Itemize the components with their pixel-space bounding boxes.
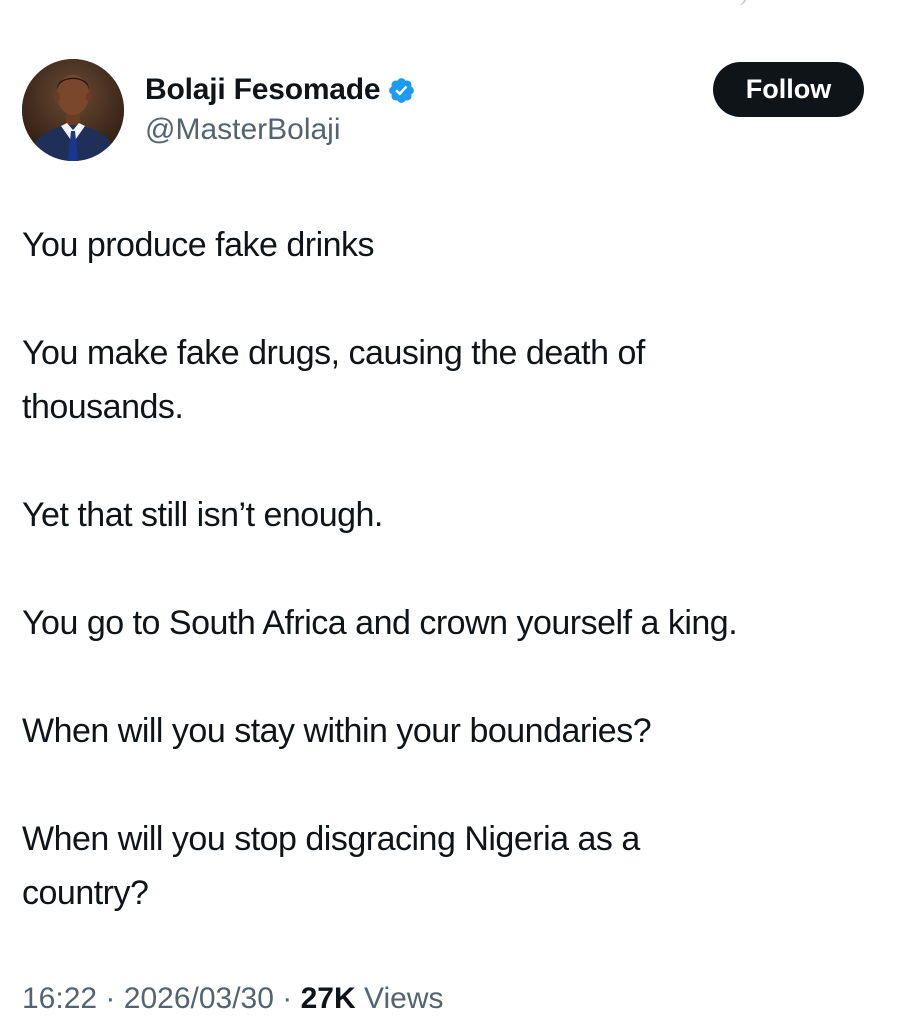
tweet-paragraph: You produce fake drinks: [22, 226, 375, 264]
tweet-author: Bolaji Fesomade @MasterBolaji: [145, 70, 416, 150]
verified-badge-icon[interactable]: [387, 76, 416, 105]
tweet-date[interactable]: 2026/03/30: [124, 982, 274, 1015]
author-display-name[interactable]: Bolaji Fesomade: [145, 70, 381, 110]
follow-button[interactable]: Follow: [713, 62, 864, 117]
tweet-paragraph: When will you stop disgracing Nigeria as…: [22, 820, 640, 912]
views-label: Views: [364, 982, 444, 1015]
tweet-paragraph: You go to South Africa and crown yoursel…: [22, 604, 738, 642]
author-handle[interactable]: @MasterBolaji: [145, 110, 416, 150]
meta-separator: ·: [282, 982, 293, 1015]
previous-tweet-fragment: [734, 0, 748, 7]
tweet-paragraph: When will you stay within your boundarie…: [22, 712, 652, 750]
profile-photo: [22, 59, 124, 161]
tweet-text: You produce fake drinks You make fake dr…: [22, 218, 892, 920]
tweet-paragraph: You make fake drugs, causing the death o…: [22, 334, 645, 426]
tweet-metadata: 16:22 · 2026/03/30 · 27K Views: [22, 977, 443, 1021]
tweet-paragraph: Yet that still isn’t enough.: [22, 496, 383, 534]
meta-separator: ·: [105, 982, 116, 1015]
views-count[interactable]: 27K: [301, 982, 356, 1015]
avatar[interactable]: [22, 59, 124, 161]
author-name-row: Bolaji Fesomade: [145, 70, 416, 110]
tweet-time[interactable]: 16:22: [22, 982, 97, 1015]
